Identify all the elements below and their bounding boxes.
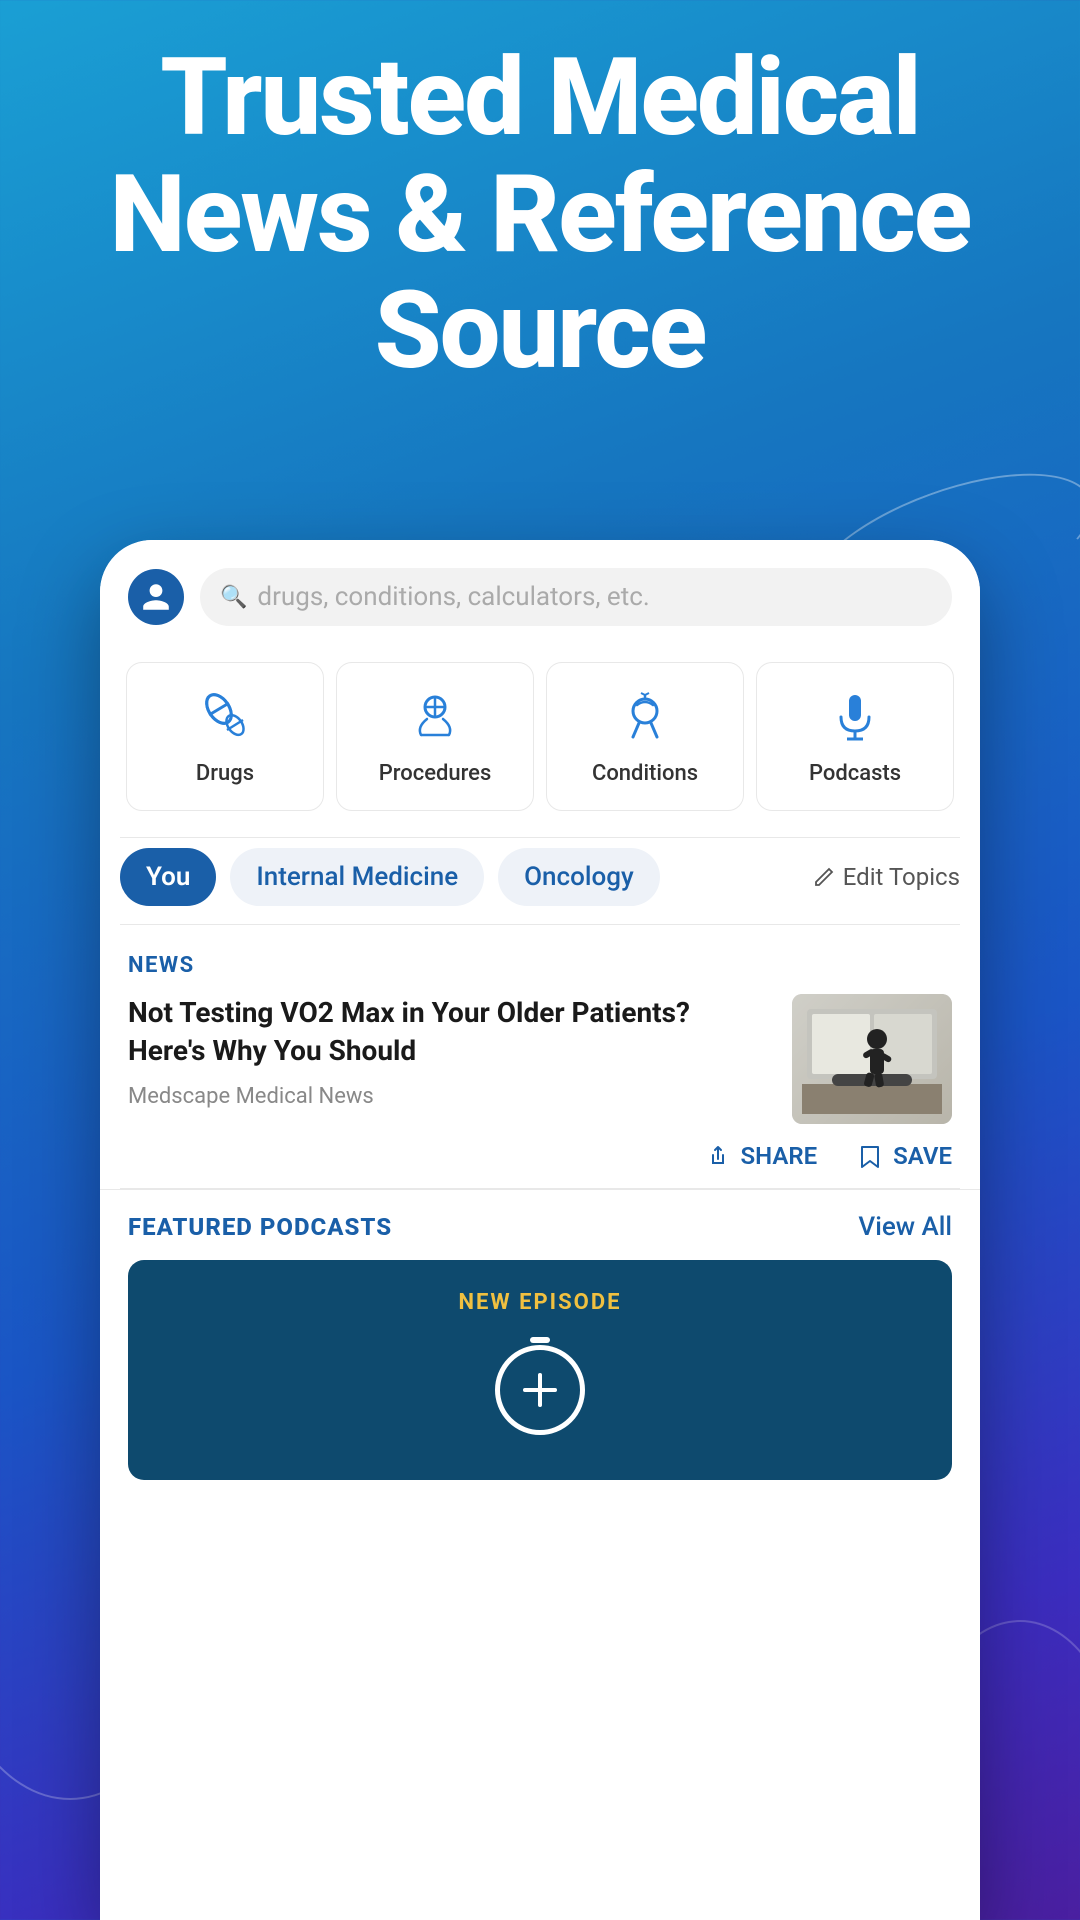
- news-action-bar: SHARE SAVE: [100, 1124, 980, 1188]
- share-button[interactable]: SHARE: [705, 1142, 818, 1170]
- podcast-card[interactable]: NEW EPISODE: [128, 1260, 952, 1480]
- drugs-label: Drugs: [196, 761, 254, 786]
- news-thumbnail: [792, 994, 952, 1124]
- news-section: NEWS Not Testing VO2 Max in Your Older P…: [100, 925, 980, 1124]
- user-avatar[interactable]: [128, 569, 184, 625]
- topic-tabs-row: You Internal Medicine Oncology Edit Topi…: [100, 838, 980, 924]
- treadmill-svg: [802, 1004, 942, 1114]
- phone-content: 🔍 drugs, conditions, calculators, etc.: [100, 540, 980, 1920]
- news-section-label: NEWS: [128, 953, 952, 978]
- featured-podcasts-section: FEATURED PODCASTS View All NEW EPISODE: [100, 1189, 980, 1500]
- procedures-label: Procedures: [379, 761, 492, 786]
- category-podcasts[interactable]: Podcasts: [756, 662, 954, 811]
- search-bar: 🔍 drugs, conditions, calculators, etc.: [100, 540, 980, 646]
- news-item[interactable]: Not Testing VO2 Max in Your Older Patien…: [128, 994, 952, 1124]
- clock-circle: [495, 1345, 585, 1435]
- pencil-icon: [813, 866, 835, 888]
- categories-row: Drugs Procedures: [100, 646, 980, 837]
- phone-mockup: 🔍 drugs, conditions, calculators, etc.: [100, 540, 980, 1920]
- hero-title: Trusted Medical News & Reference Source: [0, 40, 1080, 390]
- news-text-block: Not Testing VO2 Max in Your Older Patien…: [128, 994, 772, 1109]
- podcast-timer-icon: [490, 1335, 590, 1435]
- featured-title: FEATURED PODCASTS: [128, 1213, 392, 1241]
- podcasts-icon: [825, 687, 885, 747]
- procedures-icon: [405, 687, 465, 747]
- category-conditions[interactable]: Conditions: [546, 662, 744, 811]
- tab-you[interactable]: You: [120, 848, 216, 906]
- share-label: SHARE: [741, 1142, 818, 1170]
- featured-header: FEATURED PODCASTS View All: [128, 1190, 952, 1260]
- save-label: SAVE: [893, 1142, 952, 1170]
- news-title: Not Testing VO2 Max in Your Older Patien…: [128, 994, 772, 1070]
- conditions-icon: [615, 687, 675, 747]
- clock-top: [530, 1337, 550, 1343]
- tab-internal-medicine[interactable]: Internal Medicine: [230, 848, 484, 906]
- share-icon: [705, 1143, 731, 1169]
- treadmill-image: [792, 994, 952, 1124]
- search-input[interactable]: 🔍 drugs, conditions, calculators, etc.: [200, 568, 952, 626]
- edit-topics-button[interactable]: Edit Topics: [813, 863, 960, 891]
- save-button[interactable]: SAVE: [857, 1142, 952, 1170]
- bookmark-icon: [857, 1143, 883, 1169]
- user-icon: [140, 581, 172, 613]
- search-icon: 🔍: [220, 585, 247, 610]
- drugs-icon: [195, 687, 255, 747]
- search-placeholder-text: drugs, conditions, calculators, etc.: [257, 582, 649, 612]
- category-drugs[interactable]: Drugs: [126, 662, 324, 811]
- edit-topics-label: Edit Topics: [843, 863, 960, 891]
- phone-screen: 🔍 drugs, conditions, calculators, etc.: [100, 540, 980, 1920]
- podcasts-label: Podcasts: [809, 761, 901, 786]
- conditions-label: Conditions: [592, 761, 698, 786]
- category-procedures[interactable]: Procedures: [336, 662, 534, 811]
- clock-cross-icon: [515, 1365, 565, 1415]
- news-source: Medscape Medical News: [128, 1084, 772, 1109]
- new-episode-badge: NEW EPISODE: [459, 1290, 622, 1315]
- view-all-button[interactable]: View All: [858, 1212, 952, 1242]
- tab-oncology[interactable]: Oncology: [498, 848, 660, 906]
